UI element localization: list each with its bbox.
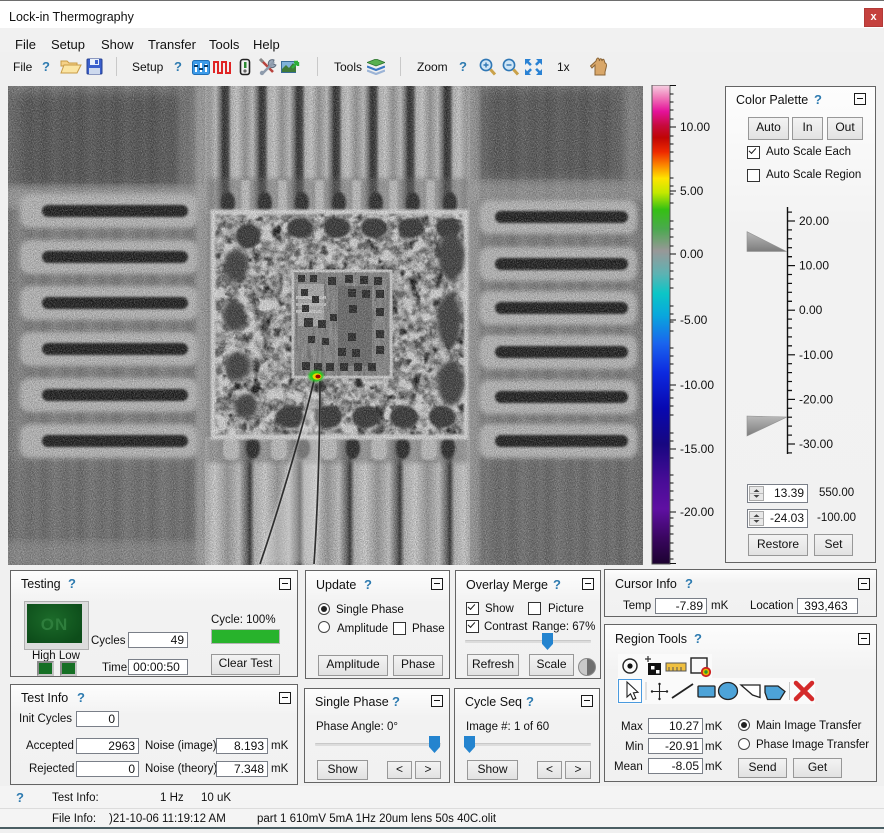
- svg-text:-15.00: -15.00: [680, 442, 714, 456]
- svg-text:-30.00: -30.00: [799, 437, 833, 451]
- svg-text:10.00: 10.00: [680, 120, 710, 134]
- svg-text:-20.00: -20.00: [680, 505, 714, 519]
- svg-text:-20.00: -20.00: [799, 392, 833, 406]
- svg-text:-10.00: -10.00: [680, 378, 714, 392]
- svg-text:-10.00: -10.00: [799, 348, 833, 362]
- svg-text:0.00: 0.00: [799, 303, 823, 317]
- svg-text:10.00: 10.00: [799, 259, 829, 273]
- svg-text:-5.00: -5.00: [680, 313, 708, 327]
- svg-text:0.00: 0.00: [680, 247, 704, 261]
- svg-text:20.00: 20.00: [799, 214, 829, 228]
- svg-text:5.00: 5.00: [680, 184, 704, 198]
